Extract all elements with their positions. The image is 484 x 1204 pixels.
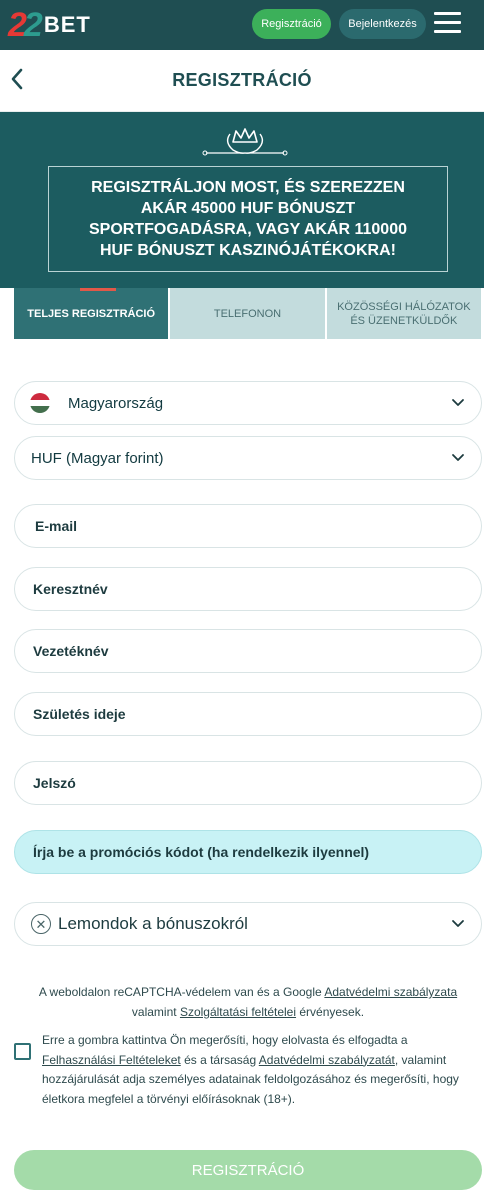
logo[interactable]: 22 BET: [8, 6, 91, 44]
tab-label: KÖZÖSSÉGI HÁLÓZATOK ÉS ÜZENETKÜLDŐK: [337, 300, 471, 327]
active-tab-marker: [80, 288, 116, 291]
tab-social-networks[interactable]: KÖZÖSSÉGI HÁLÓZATOK ÉS ÜZENETKÜLDŐK: [326, 288, 481, 339]
country-value: Magyarország: [68, 394, 164, 412]
last-name-placeholder: Vezetéknév: [33, 643, 109, 659]
email-field[interactable]: E-mail: [14, 504, 482, 548]
last-name-field[interactable]: Vezetéknév: [14, 629, 482, 673]
recaptcha-text: A weboldalon reCAPTCHA-védelem van és a …: [38, 985, 325, 999]
logo-digits: 22: [8, 6, 43, 44]
first-name-placeholder: Keresztnév: [33, 581, 108, 597]
promo-text: REGISZTRÁLJON MOST, ÉS SZEREZZEN AKÁR 45…: [88, 179, 407, 259]
recaptcha-notice: A weboldalon reCAPTCHA-védelem van és a …: [14, 982, 482, 1022]
tab-label: TELJES REGISZTRÁCIÓ: [27, 307, 156, 320]
chevron-down-icon: [452, 399, 464, 406]
page-title: REGISZTRÁCIÓ: [172, 70, 312, 90]
hamburger-menu-icon[interactable]: [434, 12, 461, 36]
password-placeholder: Jelszó: [33, 775, 76, 791]
terms-text-part: Erre a gombra kattintva Ön megerősíti, h…: [42, 1033, 408, 1047]
login-button[interactable]: Bejelentkezés: [339, 9, 426, 39]
first-name-field[interactable]: Keresztnév: [14, 567, 482, 611]
tab-phone[interactable]: TELEFONON: [170, 288, 325, 339]
logo-word: BET: [43, 12, 91, 37]
birth-date-placeholder: Születés ideje: [33, 706, 126, 722]
privacy-policy-link[interactable]: Adatvédelmi szabályzatát: [259, 1053, 395, 1067]
terms-of-use-link[interactable]: Felhasználási Feltételeket: [42, 1053, 181, 1067]
currency-select[interactable]: HUF (Magyar forint): [14, 436, 482, 480]
chevron-down-icon: [452, 454, 464, 461]
registration-tabs: TELJES REGISZTRÁCIÓ TELEFONON KÖZÖSSÉGI …: [14, 288, 481, 339]
recaptcha-text: érvényesek.: [296, 1005, 365, 1019]
crown-laurel-icon: [202, 128, 288, 156]
google-privacy-link[interactable]: Adatvédelmi szabályzata: [324, 985, 457, 999]
promo-code-placeholder: Írja be a promóciós kódot (ha rendelkezi…: [33, 844, 370, 860]
terms-checkbox[interactable]: [14, 1043, 31, 1060]
submit-registration-button[interactable]: REGISZTRÁCIÓ: [14, 1150, 482, 1190]
tab-full-registration[interactable]: TELJES REGISZTRÁCIÓ: [14, 288, 169, 339]
email-placeholder: E-mail: [35, 518, 78, 534]
tab-label: TELEFONON: [213, 307, 282, 320]
terms-text-part: és a társaság: [180, 1052, 259, 1067]
hungary-flag-icon: [30, 393, 50, 413]
title-bar: REGISZTRÁCIÓ: [0, 50, 484, 112]
close-circle-icon: ✕: [31, 914, 51, 934]
birth-date-field[interactable]: Születés ideje: [14, 692, 482, 736]
password-field[interactable]: Jelszó: [14, 761, 482, 805]
promo-code-field[interactable]: Írja be a promóciós kódot (ha rendelkezi…: [14, 830, 482, 874]
top-header: 22 BET Regisztráció Bejelentkezés: [0, 0, 484, 50]
promo-box: REGISZTRÁLJON MOST, ÉS SZEREZZEN AKÁR 45…: [48, 166, 448, 272]
terms-text: Erre a gombra kattintva Ön megerősíti, h…: [42, 1031, 466, 1109]
bonus-value: Lemondok a bónuszokról: [58, 914, 248, 933]
chevron-down-icon: [452, 920, 464, 927]
google-terms-link[interactable]: Szolgáltatási feltételei: [180, 1005, 296, 1019]
promo-banner: REGISZTRÁLJON MOST, ÉS SZEREZZEN AKÁR 45…: [0, 112, 484, 288]
recaptcha-text: valamint: [131, 1005, 180, 1019]
currency-value: HUF (Magyar forint): [31, 449, 164, 467]
register-button[interactable]: Regisztráció: [252, 9, 331, 39]
country-select[interactable]: Magyarország: [14, 381, 482, 425]
bonus-select[interactable]: ✕ Lemondok a bónuszokról: [14, 902, 482, 946]
